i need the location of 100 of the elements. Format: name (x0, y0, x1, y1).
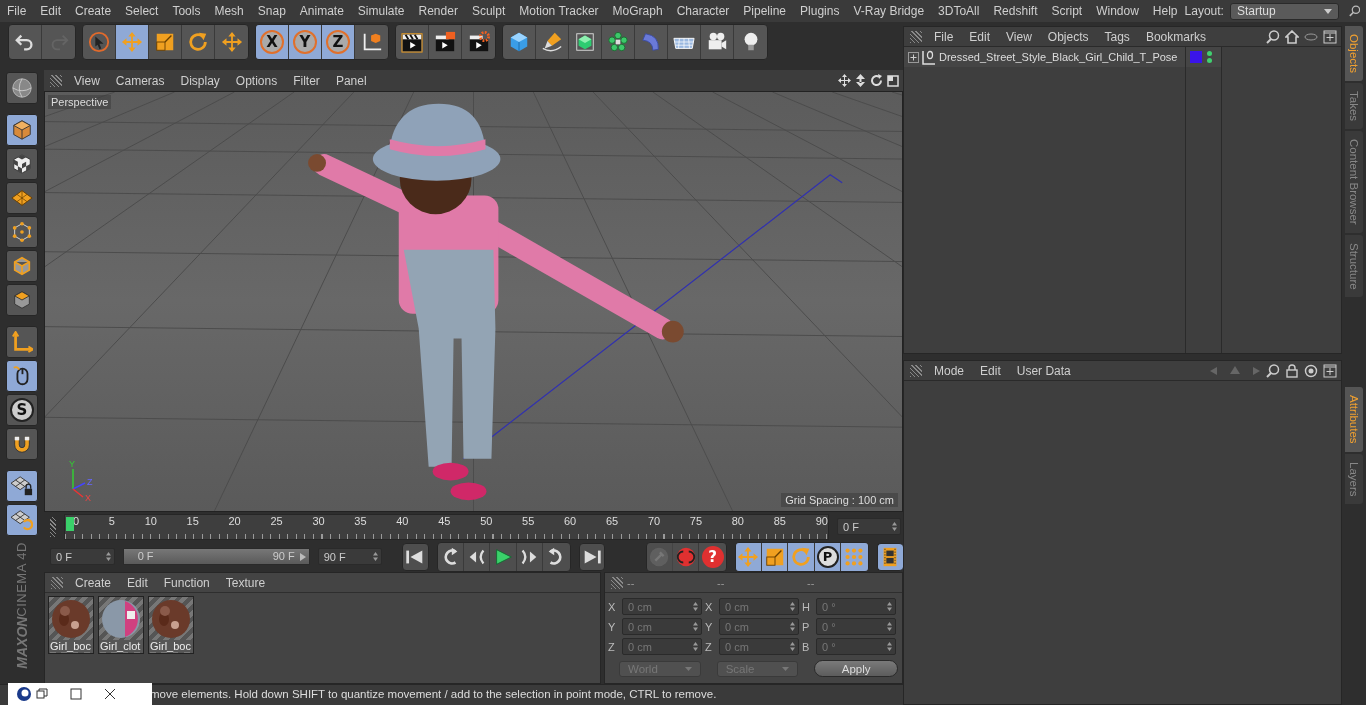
toolbar-button[interactable] (841, 542, 868, 571)
menu-item[interactable]: Character (669, 4, 737, 18)
toolbar-button[interactable] (876, 542, 903, 571)
material-swatch[interactable]: Girl_boc (48, 596, 94, 654)
menu-item[interactable]: Motion Tracker (512, 4, 606, 18)
menu-item[interactable]: Mode (926, 363, 973, 378)
toolbar-button[interactable] (578, 542, 605, 571)
spinner-arrows-icon[interactable] (105, 552, 111, 561)
toolbar-button[interactable] (788, 542, 815, 571)
new-panel-icon[interactable] (1323, 363, 1337, 378)
end-frame-field[interactable]: 90 F (317, 548, 383, 565)
object-row[interactable]: Dressed_Street_Style_Black_Girl_Child_T_Pose (904, 47, 1185, 67)
app-logo-icon[interactable] (16, 686, 32, 702)
menu-item[interactable]: Script (1044, 4, 1090, 18)
panel-grip[interactable] (611, 576, 623, 589)
side-tab[interactable]: Attributes (1345, 387, 1363, 452)
menu-item[interactable]: Create (68, 4, 119, 18)
menu-item[interactable]: Tools (165, 4, 208, 18)
toolbar-button[interactable] (6, 216, 38, 248)
menu-item[interactable]: File (0, 4, 34, 18)
panel-grip[interactable] (51, 576, 63, 589)
restore-window-icon[interactable] (36, 688, 48, 700)
spinner-arrows-icon[interactable] (693, 622, 698, 631)
menu-item[interactable]: View (998, 29, 1040, 44)
menu-item[interactable]: 3DToAll (931, 4, 987, 18)
menu-item[interactable]: Window (1089, 4, 1146, 18)
menu-item[interactable]: Mesh (207, 4, 251, 18)
right-arrow-icon[interactable] (299, 552, 306, 561)
toolbar-button[interactable] (402, 542, 429, 571)
material-swatch[interactable]: Girl_boc (148, 596, 194, 654)
viewport[interactable]: Perspective Y Z X Grid Spacing : 100 cm (44, 91, 903, 512)
rotate-view-icon[interactable] (870, 74, 883, 87)
menu-item[interactable]: Display (172, 73, 228, 88)
menu-item[interactable]: Filter (285, 73, 328, 88)
new-panel-icon[interactable] (1323, 29, 1337, 44)
menu-item[interactable]: Objects (1039, 29, 1097, 44)
current-frame-field[interactable]: 0 F (837, 518, 901, 535)
playhead[interactable] (66, 516, 74, 531)
toolbar-button[interactable] (6, 470, 38, 502)
toolbar-button[interactable] (6, 114, 38, 146)
menu-item[interactable]: Redshift (986, 4, 1045, 18)
menu-item[interactable]: Texture (217, 575, 274, 590)
toolbar-button[interactable]: Y (289, 25, 322, 59)
apply-button[interactable]: Apply (814, 660, 898, 677)
spinner-arrows-icon[interactable] (790, 642, 795, 651)
home-icon[interactable] (1285, 29, 1299, 44)
menu-item[interactable]: Snap (250, 4, 293, 18)
toolbar-button[interactable] (6, 428, 38, 460)
toolbar-button[interactable] (762, 542, 789, 571)
side-tab[interactable]: Objects (1345, 26, 1363, 81)
spinner-arrows-icon[interactable] (790, 602, 795, 611)
toolbar-button[interactable] (6, 504, 38, 536)
spinner-arrows-icon[interactable] (887, 622, 892, 631)
material-swatch[interactable]: Girl_clot (98, 596, 144, 654)
spinner-arrows-icon[interactable] (693, 602, 698, 611)
search-icon[interactable] (1266, 363, 1280, 378)
toolbar-button[interactable] (6, 284, 38, 316)
menu-item[interactable]: Select (118, 4, 166, 18)
panel-grip[interactable] (910, 30, 922, 43)
menu-item[interactable]: V-Ray Bridge (846, 4, 932, 18)
menu-item[interactable]: Help (1145, 4, 1185, 18)
menu-item[interactable]: Plugins (793, 4, 847, 18)
lock-icon[interactable] (1285, 363, 1299, 378)
spinner-arrows-icon[interactable] (693, 642, 698, 651)
expand-icon[interactable] (908, 51, 919, 63)
toolbar-button[interactable] (6, 182, 38, 214)
menu-item[interactable]: Edit (961, 29, 999, 44)
visibility-dots[interactable] (1207, 51, 1212, 63)
layer-color-swatch[interactable] (1190, 51, 1202, 63)
start-frame-field[interactable]: 0 F (50, 548, 115, 565)
search-icon[interactable] (1266, 29, 1280, 44)
maximize-window-icon[interactable] (70, 688, 82, 700)
menu-item[interactable]: Pipeline (736, 4, 794, 18)
spinner-arrows-icon[interactable] (887, 642, 892, 651)
toolbar-button[interactable] (6, 250, 38, 282)
menu-item[interactable]: Panel (327, 73, 375, 88)
close-window-icon[interactable] (104, 688, 116, 700)
menu-item[interactable]: Simulate (350, 4, 412, 18)
search-icon[interactable] (1348, 4, 1360, 18)
up-down-arrow-icon[interactable] (855, 74, 866, 87)
toolbar-button[interactable] (6, 360, 38, 392)
spinner-arrows-icon[interactable] (790, 622, 795, 631)
menu-item[interactable]: Animate (292, 4, 351, 18)
toolbar-button[interactable] (6, 72, 38, 104)
menu-item[interactable]: Options (227, 73, 286, 88)
spinner-arrows-icon[interactable] (373, 552, 379, 561)
panel-grip[interactable] (910, 364, 922, 377)
toolbar-button[interactable] (6, 326, 38, 358)
toolbar-button[interactable] (735, 542, 763, 571)
target-icon[interactable] (1304, 363, 1318, 378)
spinner-arrows-icon[interactable] (887, 602, 892, 611)
menu-item[interactable]: User Data (1008, 363, 1079, 378)
maximize-view-icon[interactable] (887, 74, 899, 87)
menu-item[interactable]: Tags (1096, 29, 1138, 44)
menu-item[interactable]: Edit (972, 363, 1009, 378)
menu-item[interactable]: MoGraph (605, 4, 670, 18)
menu-item[interactable]: Create (67, 575, 120, 590)
toolbar-button[interactable]: P (814, 542, 842, 571)
frame-range-slider[interactable]: 0 F 90 F (122, 548, 310, 565)
spinner-arrows-icon[interactable] (892, 522, 897, 531)
